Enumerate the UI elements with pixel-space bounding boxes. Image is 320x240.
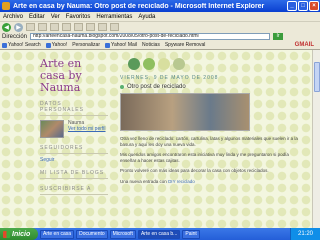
taskbar-item[interactable]: Arte en casa bbox=[40, 229, 75, 239]
followers-heading: SEGUIDORES bbox=[40, 145, 84, 151]
post-paragraph: Otra vez lleno de reciclado: cartón, car… bbox=[120, 136, 298, 147]
taskbar-item[interactable]: Documento bbox=[76, 229, 108, 239]
menu-favorites[interactable]: Favoritos bbox=[66, 14, 91, 20]
link-icon bbox=[45, 42, 51, 48]
post-title[interactable]: Otro post de reciclado bbox=[127, 84, 186, 90]
scroll-thumb[interactable] bbox=[314, 62, 320, 92]
profile-block: Nauma Ver todo mi perfil bbox=[40, 120, 108, 138]
link-spyware[interactable]: Spyware Removal bbox=[165, 42, 206, 48]
start-label: Inicio bbox=[12, 230, 31, 238]
maximize-button[interactable]: □ bbox=[298, 1, 308, 11]
decorative-dot bbox=[128, 58, 140, 70]
link-icon bbox=[2, 42, 7, 48]
follow-link[interactable]: Seguir bbox=[40, 157, 108, 163]
taskbar-item[interactable]: Paint bbox=[182, 229, 200, 239]
refresh-icon[interactable] bbox=[38, 23, 47, 31]
blog-page: Arte en casa by Nauma DATOS PERSONALES N… bbox=[0, 50, 312, 228]
post-paragraph: Una nueva entrada con DIY reciclado bbox=[120, 179, 298, 185]
start-button[interactable]: Inicio bbox=[0, 228, 38, 240]
post-text: Una nueva entrada con bbox=[120, 178, 167, 184]
gmail-logo[interactable]: GMAIL bbox=[295, 42, 314, 48]
taskbar-item-active[interactable]: Arte en casa b... bbox=[137, 229, 181, 239]
divider bbox=[40, 194, 108, 195]
blog-list-heading: MI LISTA DE BLOGS bbox=[40, 170, 105, 176]
minimize-button[interactable]: _ bbox=[287, 1, 297, 11]
menu-edit[interactable]: Editar bbox=[29, 14, 45, 20]
link-news[interactable]: Noticias bbox=[142, 42, 160, 48]
system-clock[interactable]: 21:20 bbox=[290, 228, 320, 240]
ie-icon bbox=[2, 2, 10, 10]
close-button[interactable]: × bbox=[309, 1, 319, 11]
window-title: Arte en casa by Nauma: Otro post de reci… bbox=[13, 2, 265, 10]
decorative-dot bbox=[173, 58, 185, 70]
post-image[interactable] bbox=[120, 93, 250, 131]
profile-heading: DATOS PERSONALES bbox=[40, 101, 84, 113]
go-button[interactable]: Ir bbox=[273, 33, 284, 40]
blog-sidebar: Arte en casa by Nauma DATOS PERSONALES N… bbox=[40, 58, 108, 195]
decorative-dot bbox=[158, 58, 170, 70]
decorative-dot bbox=[143, 58, 155, 70]
taskbar: Inicio Arte en casa Documento Microsoft … bbox=[0, 228, 320, 240]
avatar[interactable] bbox=[40, 120, 64, 138]
menu-file[interactable]: Archivo bbox=[3, 14, 23, 20]
address-label: Dirección bbox=[2, 33, 28, 40]
post-paragraph: Pronto volveré con más ideas para decora… bbox=[120, 168, 269, 173]
print-icon[interactable] bbox=[110, 23, 119, 31]
profile-link[interactable]: Ver todo mi perfil bbox=[68, 126, 106, 132]
history-icon[interactable] bbox=[86, 23, 95, 31]
divider bbox=[40, 178, 108, 179]
stop-icon[interactable] bbox=[26, 23, 35, 31]
blog-title[interactable]: Arte en casa by Nauma bbox=[40, 58, 108, 94]
link-yahoo-search[interactable]: Yahoo! Search bbox=[2, 42, 41, 48]
vertical-scrollbar[interactable] bbox=[312, 50, 320, 228]
link-icon bbox=[105, 42, 110, 48]
window-titlebar[interactable]: Arte en casa by Nauma: Otro post de reci… bbox=[0, 0, 320, 12]
decorative-dots bbox=[128, 58, 298, 70]
post-link[interactable]: DIY reciclado bbox=[168, 179, 195, 184]
link-label: Yahoo! Mail bbox=[111, 42, 138, 48]
forward-icon[interactable]: ▶ bbox=[14, 22, 23, 32]
post-title-row: Otro post de reciclado bbox=[120, 84, 298, 90]
link-yahoo[interactable]: Yahoo! bbox=[45, 42, 68, 48]
menu-help[interactable]: Ayuda bbox=[138, 14, 155, 20]
search-icon[interactable] bbox=[62, 23, 71, 31]
mail-icon[interactable] bbox=[98, 23, 107, 31]
post-paragraph: Mis queridos amigos encontraron esta ini… bbox=[120, 152, 289, 163]
divider bbox=[40, 115, 108, 116]
post-date: VIERNES, 9 DE MAYO DE 2008 bbox=[120, 75, 219, 81]
divider bbox=[40, 153, 108, 154]
links-bar: Yahoo! Search Yahoo! Personalizar Yahoo!… bbox=[0, 41, 320, 50]
favorites-icon[interactable] bbox=[74, 23, 83, 31]
blog-post: VIERNES, 9 DE MAYO DE 2008 Otro post de … bbox=[120, 58, 298, 184]
address-bar: Dirección http://arteencasa-nauma.blogsp… bbox=[0, 32, 320, 41]
bullet-icon bbox=[120, 85, 124, 89]
taskbar-item[interactable]: Microsoft bbox=[109, 229, 136, 239]
home-icon[interactable] bbox=[50, 23, 59, 31]
link-label: Spyware Removal bbox=[164, 42, 206, 48]
windows-logo-icon bbox=[3, 230, 10, 238]
subscribe-heading: SUSCRIBIRSE A bbox=[40, 186, 92, 192]
address-input[interactable]: http://arteencasa-nauma.blogspot.com/200… bbox=[30, 33, 271, 40]
back-icon[interactable]: ◀ bbox=[2, 22, 11, 32]
toolbar: ◀ ▶ bbox=[0, 21, 320, 32]
menu-view[interactable]: Ver bbox=[51, 14, 60, 20]
menu-bar: Archivo Editar Ver Favoritos Herramienta… bbox=[0, 12, 320, 21]
link-personalize[interactable]: Personalizar bbox=[72, 42, 100, 48]
link-label: Noticias bbox=[142, 42, 160, 48]
link-label: Yahoo! Search bbox=[8, 42, 41, 48]
link-label: Personalizar bbox=[72, 42, 100, 48]
link-yahoo-mail[interactable]: Yahoo! Mail bbox=[105, 42, 137, 48]
link-label: Yahoo! bbox=[51, 42, 68, 48]
menu-tools[interactable]: Herramientas bbox=[96, 14, 132, 20]
